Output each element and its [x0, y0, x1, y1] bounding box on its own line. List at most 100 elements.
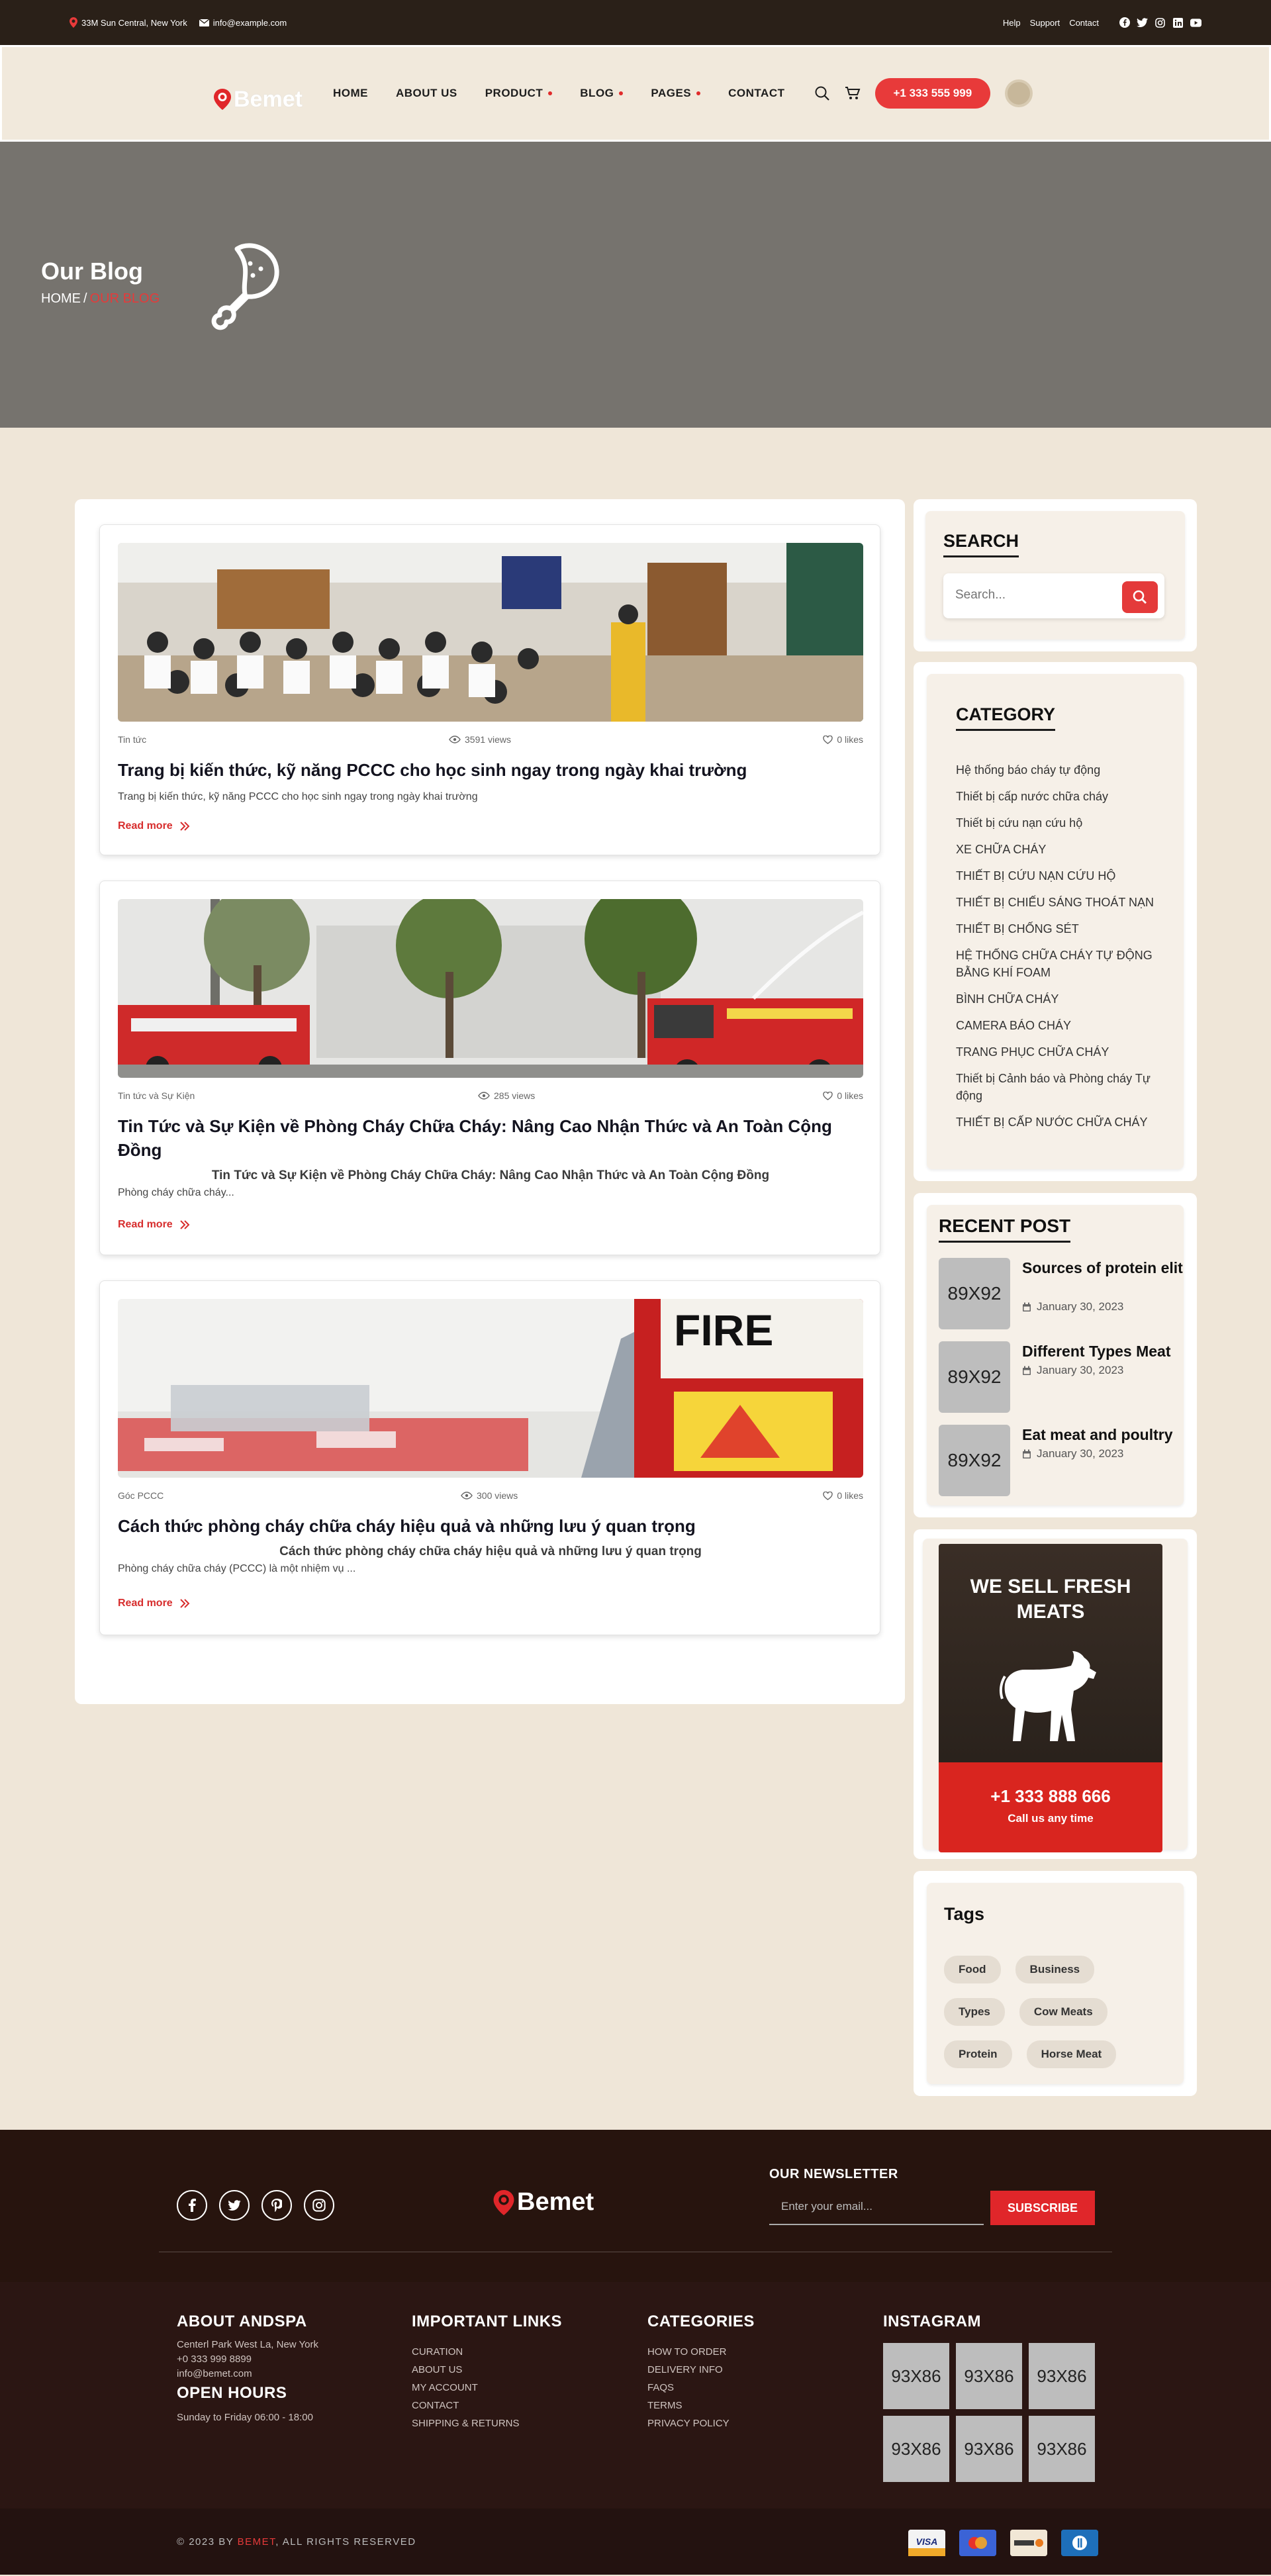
post-likes[interactable]: 0 likes	[823, 1090, 863, 1101]
visa-icon: VISA	[908, 2530, 945, 2556]
footer-phone[interactable]: +0 333 999 8899	[177, 2351, 318, 2368]
read-more-link[interactable]: Read more	[118, 1219, 190, 1231]
footer-email[interactable]: info@bemet.com	[177, 2368, 318, 2380]
twitter-icon[interactable]	[1137, 17, 1148, 28]
category-item[interactable]: Hệ thống báo cháy tự động	[956, 761, 1168, 779]
tag-cow-meats[interactable]: Cow Meats	[1019, 1998, 1107, 2026]
linkedin-icon[interactable]	[1172, 17, 1184, 28]
post-image-classroom[interactable]	[118, 543, 863, 722]
search-icon[interactable]	[814, 85, 830, 101]
post-likes[interactable]: 0 likes	[823, 1490, 863, 1501]
category-item[interactable]: THIẾT BỊ CỨU NẠN CỨU HỘ	[956, 867, 1168, 884]
post-title[interactable]: Cách thức phòng cháy chữa cháy hiệu quả …	[118, 1514, 863, 1538]
instagram-thumbnail[interactable]: 93X86	[883, 2343, 949, 2409]
instagram-thumbnail[interactable]: 93X86	[1029, 2416, 1095, 2482]
post-description: Trang bị kiến thức, kỹ năng PCCC cho học…	[118, 791, 478, 802]
category-item[interactable]: Thiết bị cứu nạn cứu hộ	[956, 814, 1168, 832]
footer-heading: IMPORTANT LINKS	[412, 2313, 563, 2330]
nav-label: ABOUT US	[395, 87, 457, 99]
tag-business[interactable]: Business	[1015, 1956, 1095, 1983]
category-item[interactable]: THIẾT BỊ CHIẾU SÁNG THOÁT NẠN	[956, 894, 1168, 911]
instagram-thumbnail[interactable]: 93X86	[956, 2416, 1022, 2482]
post-category[interactable]: Tin tức	[118, 734, 146, 745]
site-logo[interactable]: Bemet	[214, 87, 303, 113]
category-item[interactable]: THIẾT BỊ CHỐNG SÉT	[956, 920, 1168, 937]
instagram-icon[interactable]	[1154, 17, 1166, 28]
subscribe-button[interactable]: SUBSCRIBE	[990, 2191, 1095, 2225]
footer-link-contact[interactable]: CONTACT	[412, 2397, 562, 2414]
footer-logo[interactable]: Bemet	[493, 2188, 594, 2217]
nav-about-us[interactable]: ABOUT US	[396, 87, 457, 100]
nav-contact[interactable]: CONTACT	[728, 87, 784, 100]
post-image-fire-trucks[interactable]	[118, 899, 863, 1078]
facebook-icon[interactable]	[1119, 17, 1130, 28]
recent-post[interactable]: 89X92 Different Types Meat January 30, 2…	[939, 1341, 1184, 1413]
copyright-brand[interactable]: BEMET	[238, 2536, 276, 2548]
payment-methods: VISA	[908, 2530, 1098, 2556]
page-title: Our Blog	[41, 258, 143, 285]
category-item[interactable]: HỆ THỐNG CHỮA CHÁY TỰ ĐỘNG BẰNG KHÍ FOAM	[956, 947, 1168, 981]
search-button[interactable]	[1122, 581, 1158, 613]
topbar-link-help[interactable]: Help	[1003, 18, 1021, 28]
instagram-thumbnail[interactable]: 93X86	[956, 2343, 1022, 2409]
category-item[interactable]: THIẾT BỊ CẤP NƯỚC CHỮA CHÁY	[956, 1114, 1168, 1131]
post-category[interactable]: Góc PCCC	[118, 1490, 164, 1501]
footer-link-my-account[interactable]: MY ACCOUNT	[412, 2379, 562, 2397]
tag-protein[interactable]: Protein	[944, 2040, 1012, 2068]
instagram-thumbnail[interactable]: 93X86	[883, 2416, 949, 2482]
recent-post-title[interactable]: Different Types Meat	[1022, 1341, 1184, 1361]
footer-link-privacy-policy[interactable]: PRIVACY POLICY	[647, 2414, 755, 2432]
nav-pages[interactable]: PAGES	[651, 87, 701, 100]
category-item[interactable]: BÌNH CHỮA CHÁY	[956, 990, 1168, 1008]
facebook-icon[interactable]	[177, 2190, 207, 2220]
nav-home[interactable]: HOME	[333, 87, 368, 100]
category-item[interactable]: Thiết bị cấp nước chữa cháy	[956, 788, 1168, 805]
recent-post[interactable]: 89X92 Eat meat and poultry January 30, 2…	[939, 1425, 1184, 1496]
avatar[interactable]	[1005, 79, 1033, 107]
pinterest-icon[interactable]	[261, 2190, 292, 2220]
tag-horse-meat[interactable]: Horse Meat	[1026, 2040, 1117, 2068]
footer-heading: OPEN HOURS	[177, 2384, 287, 2402]
footer-link-about-us[interactable]: ABOUT US	[412, 2361, 562, 2379]
instagram-thumbnail[interactable]: 93X86	[1029, 2343, 1095, 2409]
tag-food[interactable]: Food	[944, 1956, 1001, 1983]
read-more-link[interactable]: Read more	[118, 1598, 190, 1609]
newsletter-email-input[interactable]	[769, 2189, 984, 2225]
recent-post-title[interactable]: Eat meat and poultry	[1022, 1425, 1184, 1445]
footer-link-curation[interactable]: CURATION	[412, 2343, 562, 2361]
category-item[interactable]: TRANG PHỤC CHỮA CHÁY	[956, 1043, 1168, 1061]
post-category[interactable]: Tin tức và Sự Kiện	[118, 1090, 195, 1101]
footer-link-delivery-info[interactable]: DELIVERY INFO	[647, 2361, 755, 2379]
tag-types[interactable]: Types	[944, 1998, 1005, 2026]
discover-icon	[1010, 2530, 1047, 2556]
category-item[interactable]: CAMERA BÁO CHÁY	[956, 1017, 1168, 1034]
footer-link-shipping[interactable]: SHIPPING & RETURNS	[412, 2414, 562, 2432]
promo-phone[interactable]: +1 333 888 666	[939, 1786, 1162, 1807]
footer-link-how-to-order[interactable]: HOW TO ORDER	[647, 2343, 755, 2361]
topbar-link-contact[interactable]: Contact	[1069, 18, 1099, 28]
nav-product[interactable]: PRODUCT	[485, 87, 553, 100]
youtube-icon[interactable]	[1190, 17, 1201, 28]
footer-link-faqs[interactable]: FAQS	[647, 2379, 755, 2397]
email[interactable]: info@example.com	[199, 18, 287, 28]
category-item[interactable]: XE CHỮA CHÁY	[956, 841, 1168, 858]
instagram-icon[interactable]	[304, 2190, 334, 2220]
post-title[interactable]: Tin Tức và Sự Kiện về Phòng Cháy Chữa Ch…	[118, 1114, 863, 1162]
category-item[interactable]: Thiết bị Cảnh báo và Phòng cháy Tự động	[956, 1070, 1168, 1104]
footer-link-terms[interactable]: TERMS	[647, 2397, 755, 2414]
drumstick-icon	[179, 234, 285, 340]
recent-post-title[interactable]: Sources of protein elit	[1022, 1258, 1184, 1278]
search-input[interactable]	[955, 588, 1107, 602]
promo-banner[interactable]: WE SELL FRESH MEATS +1 333 888 666 Call …	[939, 1544, 1162, 1852]
nav-blog[interactable]: BLOG	[580, 87, 624, 100]
phone-button[interactable]: +1 333 555 999	[874, 78, 991, 109]
breadcrumb-home[interactable]: HOME	[41, 291, 81, 306]
topbar-link-support[interactable]: Support	[1030, 18, 1060, 28]
recent-post[interactable]: 89X92 Sources of protein elit January 30…	[939, 1258, 1184, 1329]
post-title[interactable]: Trang bị kiến thức, kỹ năng PCCC cho học…	[118, 758, 863, 782]
read-more-link[interactable]: Read more	[118, 820, 190, 832]
post-image-fire-extinguisher[interactable]: FIRE	[118, 1299, 863, 1478]
twitter-icon[interactable]	[219, 2190, 250, 2220]
post-likes[interactable]: 0 likes	[823, 734, 863, 745]
cart-icon[interactable]	[845, 86, 861, 101]
